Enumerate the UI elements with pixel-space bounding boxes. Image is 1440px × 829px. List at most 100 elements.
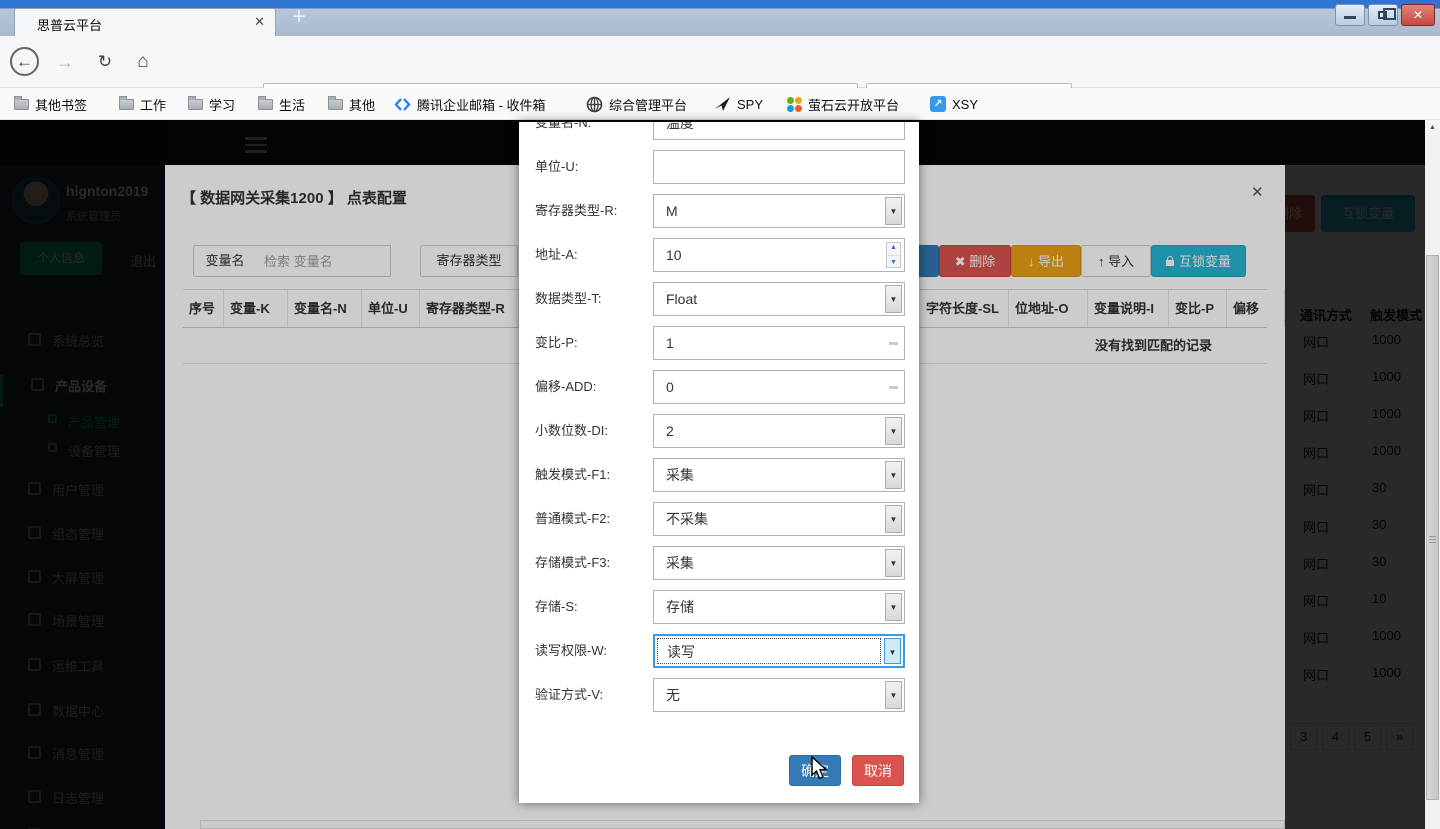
dialog-field-row: 寄存器类型-R:M▼: [519, 194, 919, 228]
field-select-control[interactable]: Float▼: [653, 282, 905, 316]
window-controls: ✕: [1335, 4, 1435, 26]
bookmark-folder-study[interactable]: 学习: [188, 88, 235, 120]
close-window-button[interactable]: ✕: [1401, 4, 1435, 26]
bookmark-folder-misc[interactable]: 其他: [328, 88, 375, 120]
screen: 思普云平台 ✕ + ✕ ← → ↻ ⌂ iot.idosp.net/admin/…: [0, 0, 1440, 829]
field-select-control[interactable]: M▼: [653, 194, 905, 228]
tab-title: 思普云平台: [37, 15, 102, 34]
field-label: 变比-P:: [535, 326, 651, 360]
dropdown-arrow-button[interactable]: ▼: [885, 681, 902, 709]
field-value: 采集: [666, 547, 882, 579]
chevron-down-icon: ▼: [890, 559, 898, 568]
reload-button[interactable]: ↻: [92, 36, 118, 88]
field-dash-control[interactable]: 0: [653, 370, 905, 404]
dialog-field-row: 单位-U:: [519, 150, 919, 184]
dialog-field-row: 地址-A:10▲▼: [519, 238, 919, 272]
field-label: 寄存器类型-R:: [535, 194, 651, 228]
field-select-control[interactable]: 读写▼: [653, 634, 905, 668]
field-select-control[interactable]: 不采集 ▼: [653, 502, 905, 536]
dialog-field-row: 存储-S:存储▼: [519, 590, 919, 624]
app-page: hignton2019 系统管理员 个人信息 退出 系统总览产品设备产品管理设备…: [0, 120, 1440, 829]
dropdown-arrow-button[interactable]: ▼: [885, 593, 902, 621]
chevron-down-icon: ▼: [890, 471, 898, 480]
chevron-down-icon: ▼: [890, 515, 898, 524]
folder-icon: [188, 99, 203, 110]
new-tab-button[interactable]: +: [284, 4, 314, 32]
restore-button[interactable]: [1368, 4, 1398, 26]
field-select-control[interactable]: 2▼: [653, 414, 905, 448]
field-select-control[interactable]: 存储▼: [653, 590, 905, 624]
field-number-control[interactable]: 10▲▼: [653, 238, 905, 272]
back-button[interactable]: ←: [10, 47, 39, 76]
spinner-down-icon[interactable]: ▼: [887, 259, 900, 266]
page-scrollbar[interactable]: ▲: [1425, 120, 1440, 829]
field-select-control[interactable]: 采集 ▼: [653, 546, 905, 580]
dropdown-arrow-button[interactable]: ▼: [885, 197, 902, 225]
dialog-field-row: 变量名-N:温度: [519, 122, 919, 140]
field-select-control[interactable]: 采集 ▼: [653, 458, 905, 492]
field-label: 数据类型-T:: [535, 282, 651, 316]
chevron-down-icon: ▼: [890, 691, 898, 700]
field-label: 普通模式-F2:: [535, 502, 651, 536]
field-value: 温度: [666, 122, 882, 139]
field-value: M: [666, 195, 882, 227]
focus-outline: [657, 638, 881, 664]
field-value: 0: [666, 371, 882, 403]
bookmark-folder-life[interactable]: 生活: [258, 88, 305, 120]
field-value: 2: [666, 415, 882, 447]
browser-navbar: ← → ↻ ⌂ iot.idosp.net/admin/index.html?l…: [0, 36, 1440, 88]
cancel-button[interactable]: 取消: [852, 755, 904, 786]
dialog-field-row: 存储模式-F3: 采集 ▼: [519, 546, 919, 580]
scrollbar-up-arrow[interactable]: ▲: [1425, 120, 1440, 135]
bookmark-xsy[interactable]: ↗ XSY: [930, 88, 978, 120]
restore-icon: [1378, 11, 1387, 19]
scrollbar-thumb[interactable]: [1426, 255, 1439, 800]
tab-close-icon[interactable]: ✕: [254, 14, 265, 30]
field-label: 小数位数-DI:: [535, 414, 651, 448]
chevron-down-icon: ▼: [890, 295, 898, 304]
number-spinner[interactable]: ▲▼: [886, 242, 901, 268]
field-text-control[interactable]: [653, 150, 905, 184]
scrollbar-grip: [1429, 534, 1436, 545]
dropdown-arrow-button[interactable]: ▼: [884, 638, 901, 664]
dropdown-arrow-button[interactable]: ▼: [885, 461, 902, 489]
field-label: 存储-S:: [535, 590, 651, 624]
bookmark-tencent-mail[interactable]: 腾讯企业邮箱 - 收件箱: [394, 88, 546, 120]
field-select-control[interactable]: 无▼: [653, 678, 905, 712]
folder-icon: [119, 99, 134, 110]
spinner-up-icon[interactable]: ▲: [887, 244, 900, 251]
dropdown-arrow-button[interactable]: ▼: [885, 285, 902, 313]
chevron-down-icon: ▼: [889, 648, 897, 657]
dropdown-arrow-button[interactable]: ▼: [885, 417, 902, 445]
browser-tab[interactable]: 思普云平台 ✕: [14, 8, 276, 36]
folder-icon: [328, 99, 343, 110]
field-text-control[interactable]: 温度: [653, 122, 905, 140]
home-button[interactable]: ⌂: [130, 36, 156, 88]
dropdown-arrow-button[interactable]: ▼: [885, 505, 902, 533]
forward-button[interactable]: →: [52, 36, 78, 88]
minimize-icon: [1344, 16, 1356, 19]
bookmark-spy[interactable]: SPY: [714, 88, 763, 120]
bookmark-ezviz[interactable]: 萤石云开放平台: [787, 88, 899, 120]
field-value: 不采集: [666, 503, 882, 535]
field-value: 无: [666, 679, 882, 711]
field-value: 1: [666, 327, 882, 359]
disabled-spinner-dash: [889, 342, 898, 345]
bookmark-mgmt-platform[interactable]: 综合管理平台: [586, 88, 687, 120]
folder-icon: [258, 99, 273, 110]
dialog-field-row: 普通模式-F2: 不采集 ▼: [519, 502, 919, 536]
field-label: 地址-A:: [535, 238, 651, 272]
minimize-button[interactable]: [1335, 4, 1365, 26]
bookmark-folder-other-bookmarks[interactable]: 其他书签: [14, 88, 87, 120]
dialog-field-row: 小数位数-DI:2▼: [519, 414, 919, 448]
field-value: 采集: [666, 459, 882, 491]
bookmark-folder-work[interactable]: 工作: [119, 88, 166, 120]
dropdown-arrow-button[interactable]: ▼: [885, 549, 902, 577]
disabled-spinner-dash: [889, 386, 898, 389]
field-dash-control[interactable]: 1: [653, 326, 905, 360]
bookmarks-bar: 其他书签 工作 学习 生活 其他 腾讯企业邮箱 - 收件箱 综合管理平台 SPY…: [0, 88, 1440, 120]
field-label: 读写权限-W:: [535, 634, 651, 668]
browser-titlebar: 思普云平台 ✕ + ✕: [0, 0, 1440, 36]
field-value: 10: [666, 239, 882, 271]
field-label: 存储模式-F3:: [535, 546, 651, 580]
